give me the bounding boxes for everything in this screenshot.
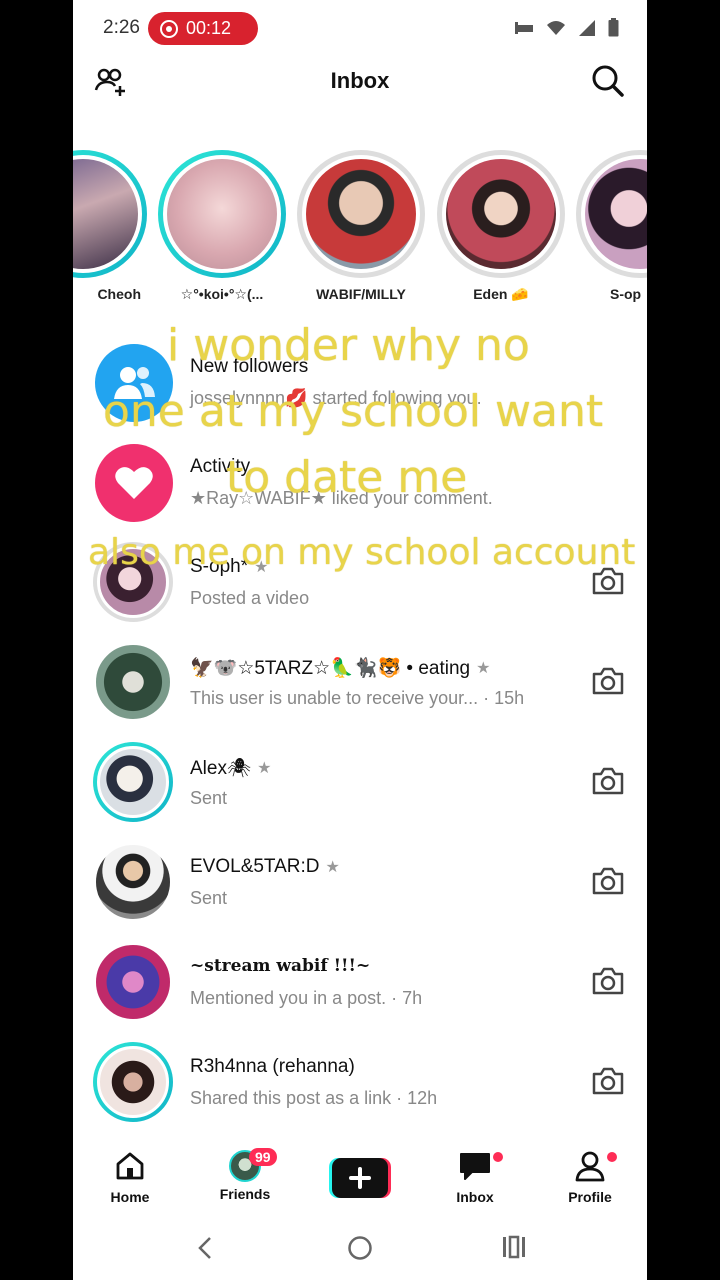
row-title: New followers: [190, 356, 309, 377]
chat-row[interactable]: Alex🕷 ★ Sent: [73, 730, 647, 830]
status-bar: 2:26 00:12: [73, 0, 647, 56]
chat-subtitle: This user is unable to receive your... ·…: [190, 688, 525, 708]
nav-inbox[interactable]: Inbox: [430, 1150, 520, 1205]
chat-row[interactable]: ~stream wabif !!!~ Mentioned you in a po…: [73, 930, 647, 1030]
stories-row: Cheoh ☆°•koi•°☆(... WABIF/MILLY Eden 🧀 S…: [73, 150, 647, 310]
story-name: S-op: [610, 286, 642, 302]
chat-name: R3h4nna (rehanna): [190, 1056, 355, 1077]
record-icon: [160, 19, 178, 38]
chat-row[interactable]: 🦅🐨☆5TARZ☆🦜🐈‍⬛🐯 • eating ★ This user is un…: [73, 630, 647, 730]
story-name: ☆°•koi•°☆(...: [180, 286, 264, 302]
profile-notification-dot: [607, 1152, 617, 1162]
story-item[interactable]: Eden 🧀: [437, 150, 565, 303]
home-circle-icon[interactable]: [347, 1235, 373, 1261]
chat-subtitle: Shared this post as a link · 12h: [190, 1088, 438, 1108]
system-icons: [514, 18, 619, 37]
record-timer: 00:12: [186, 18, 232, 38]
pin-icon: ★: [254, 559, 269, 576]
inbox-icon: [460, 1153, 490, 1180]
back-icon[interactable]: [195, 1236, 215, 1260]
row-subtitle: josselynnnn💋 started following you.: [190, 388, 482, 408]
activity-row[interactable]: Activity ★Ray☆WABIF★ liked your comment.: [73, 430, 647, 530]
recents-icon[interactable]: [501, 1235, 527, 1259]
nav-label: Friends: [219, 1186, 271, 1202]
chat-name: EVOL&5TAR:D ★: [190, 856, 340, 877]
nav-home[interactable]: Home: [85, 1150, 175, 1205]
pin-icon: ★: [325, 859, 340, 876]
avatar: [93, 642, 173, 722]
nav-label: Home: [110, 1189, 150, 1205]
avatar: [93, 542, 173, 622]
screen-record-indicator[interactable]: 00:12: [148, 12, 258, 45]
story-item[interactable]: Cheoh: [73, 150, 147, 302]
camera-icon[interactable]: [591, 1066, 625, 1096]
chat-name: ~stream wabif !!!~: [190, 956, 371, 976]
camera-icon[interactable]: [591, 566, 625, 596]
chat-row[interactable]: S-oph* ★ Posted a video: [73, 530, 647, 630]
camera-icon[interactable]: [591, 666, 625, 696]
page-title: Inbox: [330, 68, 390, 93]
signal-icon: [579, 19, 595, 36]
avatar: [93, 942, 173, 1022]
chat-name: 🦅🐨☆5TARZ☆🦜🐈‍⬛🐯 • eating ★: [190, 658, 491, 679]
nav-label: Inbox: [456, 1189, 494, 1205]
inbox-header: Inbox: [73, 56, 647, 106]
heart-icon: [95, 444, 173, 522]
pin-icon: ★: [476, 660, 491, 677]
chat-row[interactable]: EVOL&5TAR:D ★ Sent: [73, 830, 647, 930]
story-name: Eden 🧀: [473, 286, 529, 302]
story-name: Cheoh: [97, 286, 141, 302]
followers-icon: [95, 344, 173, 422]
nav-label: Profile: [568, 1189, 612, 1205]
camera-icon[interactable]: [591, 866, 625, 896]
story-name: WABIF/MILLY: [316, 286, 406, 302]
avatar: [93, 1042, 173, 1122]
story-item[interactable]: ☆°•koi•°☆(...: [158, 150, 286, 303]
profile-icon: [575, 1151, 605, 1182]
chat-row[interactable]: R3h4nna (rehanna) Shared this post as a …: [73, 1030, 647, 1130]
inbox-notification-dot: [493, 1152, 503, 1162]
avatar: [93, 842, 173, 922]
chat-subtitle: Sent: [190, 788, 228, 808]
chat-subtitle: Sent: [190, 888, 228, 908]
create-button[interactable]: [329, 1158, 391, 1198]
system-nav-bar: [73, 1220, 647, 1280]
chat-name: Alex🕷 ★: [190, 758, 272, 779]
bottom-nav: Home Friends 99 Inbox Profile: [73, 1140, 647, 1220]
chat-subtitle: Mentioned you in a post. · 7h: [190, 988, 423, 1008]
nav-profile[interactable]: Profile: [545, 1150, 635, 1205]
camera-icon[interactable]: [591, 766, 625, 796]
row-subtitle: ★Ray☆WABIF★ liked your comment.: [190, 488, 493, 508]
story-item[interactable]: S-op: [576, 150, 647, 302]
bed-icon: [515, 21, 533, 34]
pin-icon: ★: [257, 760, 272, 777]
camera-icon[interactable]: [591, 966, 625, 996]
chat-name: S-oph* ★: [190, 556, 269, 577]
home-icon: [116, 1152, 144, 1180]
friends-badge: 99: [249, 1148, 277, 1166]
battery-icon: [608, 18, 619, 37]
phone-screen: 2:26 00:12 Inbox Cheoh ☆°•koi•°☆(... WAB…: [73, 0, 647, 1280]
story-item[interactable]: WABIF/MILLY: [297, 150, 425, 302]
wifi-icon: [547, 20, 565, 35]
chat-subtitle: Posted a video: [190, 588, 310, 608]
row-title: Activity: [190, 456, 251, 477]
status-time: 2:26: [103, 17, 140, 38]
search-icon[interactable]: [591, 64, 625, 98]
avatar: [93, 742, 173, 822]
new-followers-row[interactable]: New followers josselynnnn💋 started follo…: [73, 330, 647, 430]
